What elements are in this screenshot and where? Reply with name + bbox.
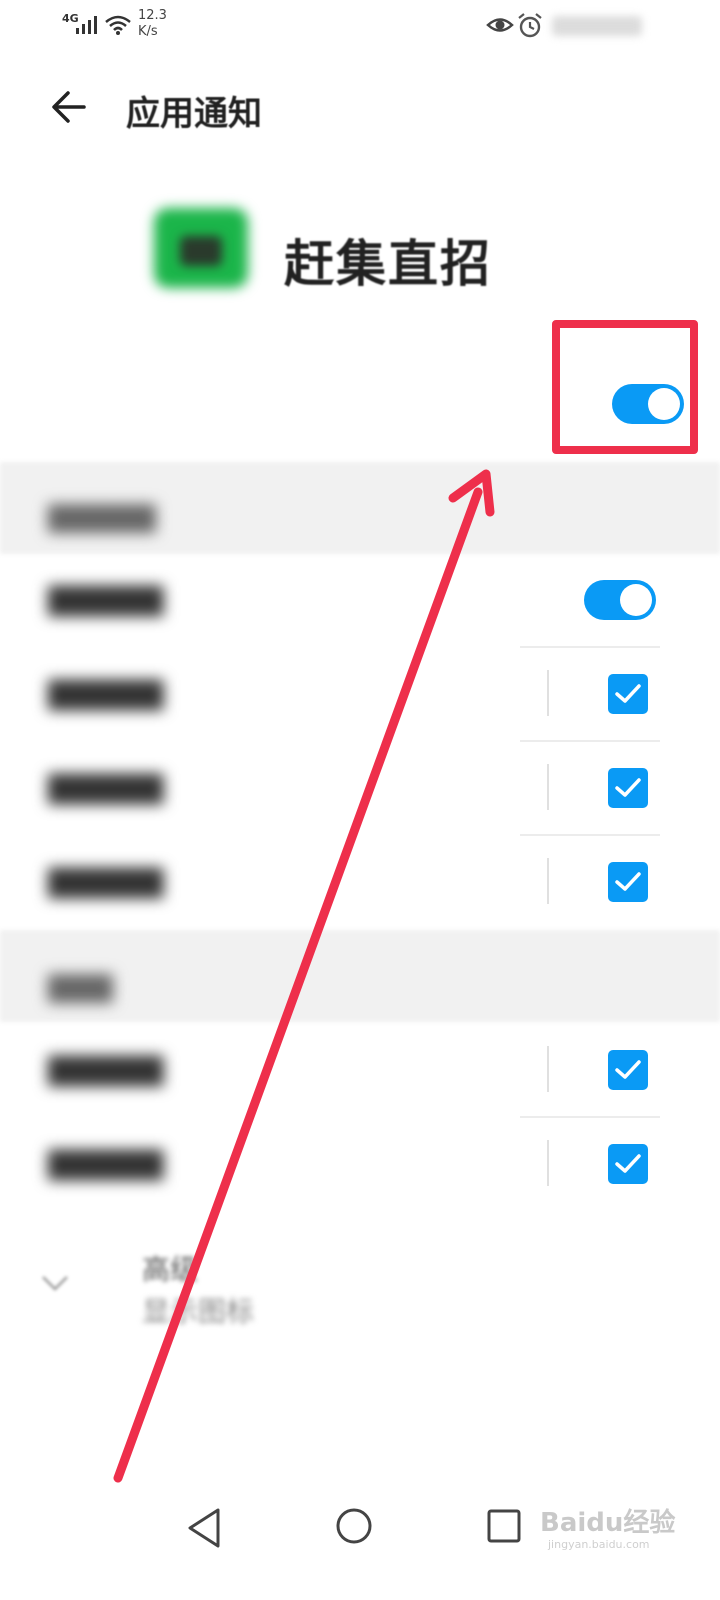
setting-checkbox[interactable] xyxy=(608,768,648,808)
network-speed: 12.3 K/s xyxy=(138,8,167,39)
nav-home-icon[interactable] xyxy=(334,1506,374,1546)
row-divider-vertical xyxy=(547,858,549,904)
show-notification-toggle[interactable] xyxy=(584,580,656,620)
annotation-highlight-box xyxy=(552,320,698,454)
status-bar: 4G 12.3 K/s xyxy=(0,0,720,56)
wifi-icon xyxy=(105,15,131,35)
page-title: 应用通知 xyxy=(126,94,262,134)
section-label-1: ▇▇▇▇▇ xyxy=(48,500,156,533)
row-divider-vertical xyxy=(547,1046,549,1092)
setting-checkbox[interactable] xyxy=(608,674,648,714)
nav-back-icon[interactable] xyxy=(184,1506,224,1550)
checkmark-icon xyxy=(615,872,641,891)
checkmark-icon xyxy=(615,778,641,797)
setting-row-label: ▇▇▇▇▇ xyxy=(48,1052,164,1087)
setting-checkbox[interactable] xyxy=(608,1144,648,1184)
watermark-logo: Baidu经验 xyxy=(540,1508,676,1538)
alarm-icon xyxy=(518,13,542,38)
arrow-left-icon[interactable] xyxy=(44,82,94,132)
setting-row-label: ▇▇▇▇▇ xyxy=(48,676,164,711)
chevron-down-icon[interactable] xyxy=(40,1272,70,1294)
advanced-subtitle: 显示图标 xyxy=(142,1295,255,1328)
app-name: 赶集直招 xyxy=(284,235,492,293)
row-divider xyxy=(520,834,660,836)
row-divider xyxy=(520,740,660,742)
row-divider-vertical xyxy=(547,764,549,810)
checkmark-icon xyxy=(615,1060,641,1079)
signal-icon xyxy=(76,16,97,34)
battery-icon xyxy=(552,16,642,36)
section-label-2: ▇▇▇ xyxy=(48,970,113,1003)
setting-row-label: ▇▇▇▇▇ xyxy=(48,770,164,805)
checkmark-icon xyxy=(615,1154,641,1173)
setting-checkbox[interactable] xyxy=(608,1050,648,1090)
setting-row-label: ▇▇▇▇▇ xyxy=(48,864,164,899)
eye-icon xyxy=(486,18,514,32)
nav-recent-icon[interactable] xyxy=(486,1508,522,1544)
row-divider xyxy=(520,646,660,648)
row-divider-vertical xyxy=(547,1140,549,1186)
watermark-url: jingyan.baidu.com xyxy=(548,1538,650,1551)
checkmark-icon xyxy=(615,684,641,703)
row-divider-vertical xyxy=(547,670,549,716)
app-icon-glyph xyxy=(180,236,222,266)
setting-row-label: ▇▇▇▇▇ xyxy=(48,1146,164,1181)
setting-checkbox[interactable] xyxy=(608,862,648,902)
row-divider xyxy=(520,1116,660,1118)
advanced-title[interactable]: 高级 xyxy=(142,1248,198,1288)
setting-row-label: ▇▇▇▇▇ xyxy=(48,582,164,617)
